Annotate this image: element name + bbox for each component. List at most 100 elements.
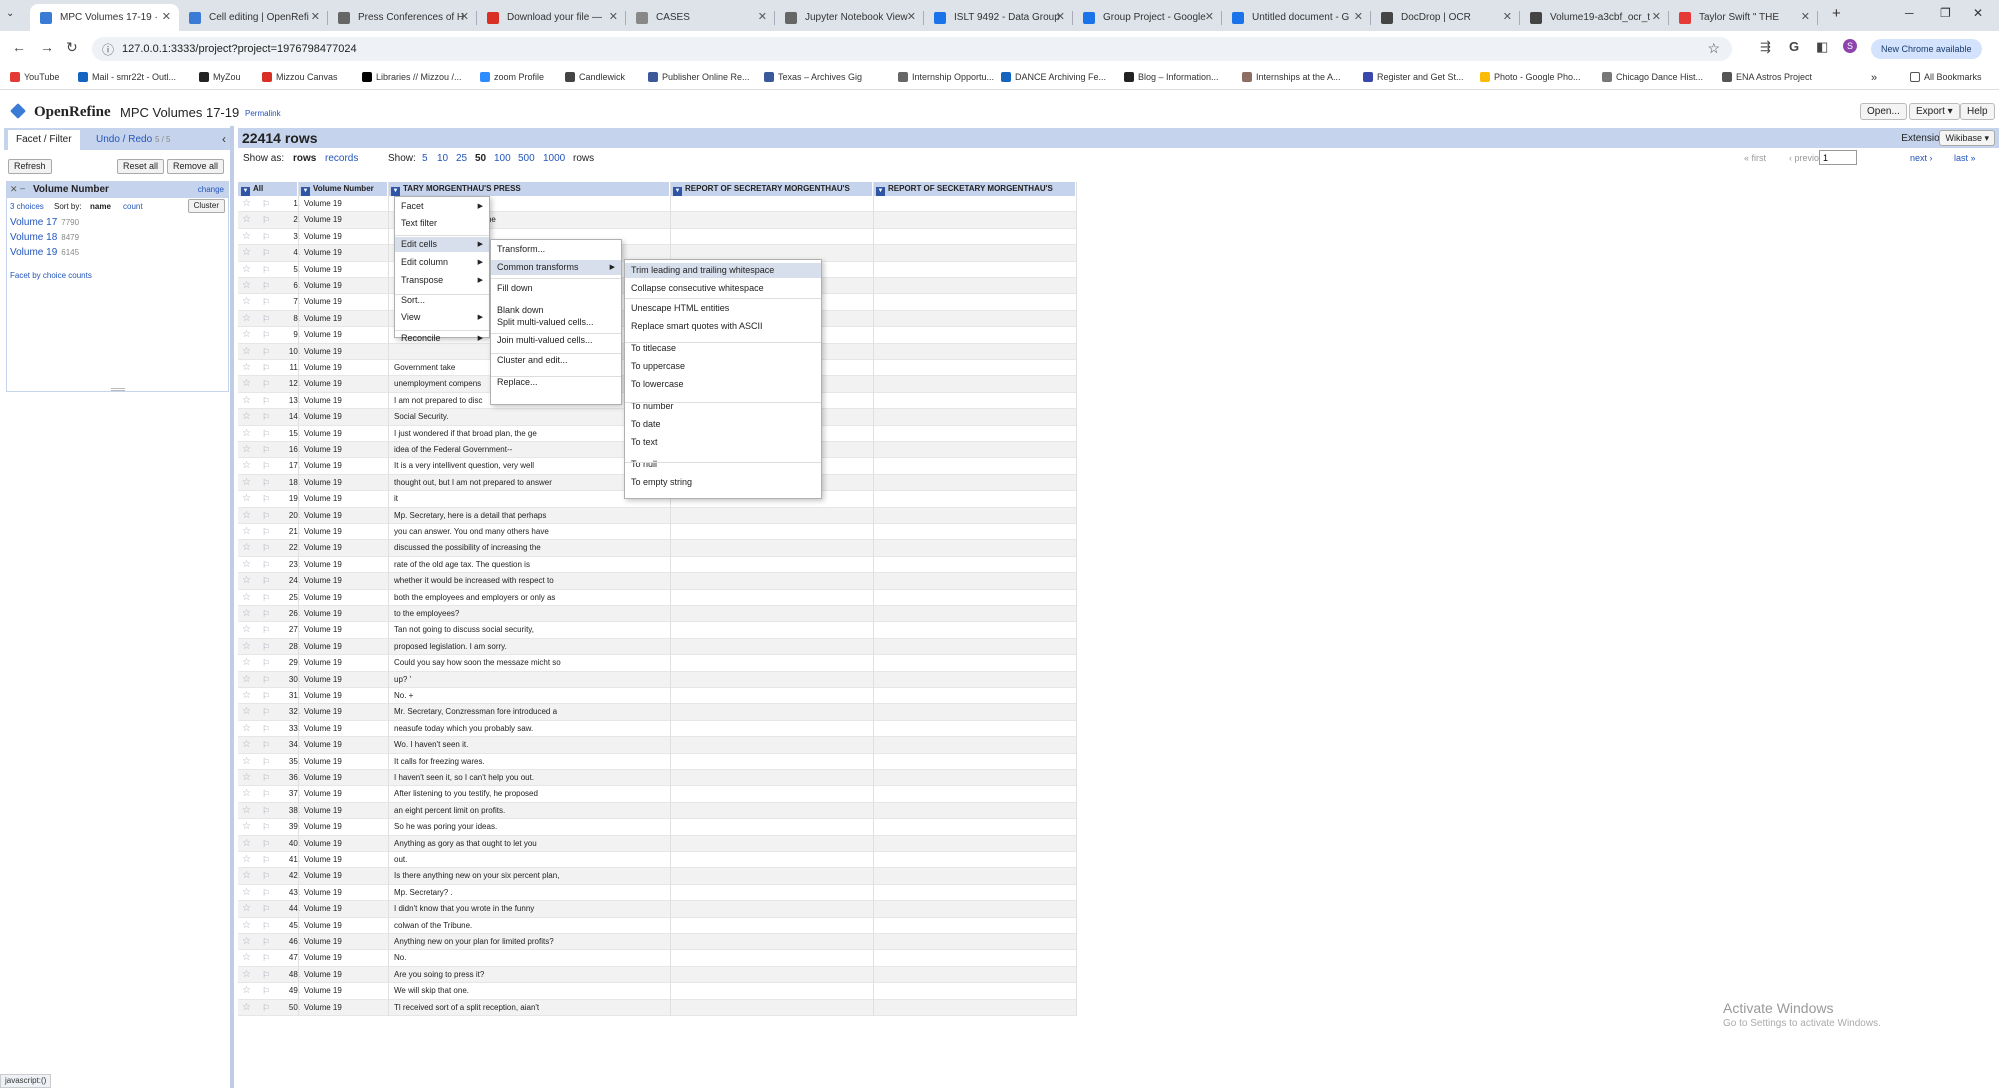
browser-tab[interactable]: ISLT 9492 - Data Group ✕ [924, 4, 1073, 31]
minimize-icon[interactable]: ─ [1905, 6, 1914, 20]
more-bookmarks-icon[interactable]: » [1871, 72, 1877, 84]
star-row-icon[interactable]: ☆ [242, 770, 251, 786]
edit-cells-menu-item[interactable]: Replace... [491, 375, 621, 390]
column-header-report-1[interactable]: ▼ REPORT OF SECRETARY MORGENTHAU'S [670, 182, 873, 196]
project-name[interactable]: MPC Volumes 17-19 [120, 105, 239, 120]
flag-row-icon[interactable]: ⚐ [262, 557, 270, 573]
tab-facet-filter[interactable]: Facet / Filter [8, 130, 80, 150]
cell-press-text[interactable]: Mp. Secretary, here is a detail that per… [394, 508, 674, 524]
cell-volume-number[interactable]: Volume 19 [304, 868, 342, 884]
column-dropdown-icon[interactable]: ▼ [876, 187, 885, 196]
page-size-5[interactable]: 5 [422, 153, 428, 164]
show-as-records[interactable]: records [325, 153, 358, 164]
flag-row-icon[interactable]: ⚐ [262, 327, 270, 343]
cell-press-text[interactable]: So he was poring your ideas. [394, 819, 674, 835]
close-window-icon[interactable]: ✕ [1973, 6, 1983, 20]
star-row-icon[interactable]: ☆ [242, 967, 251, 983]
flag-row-icon[interactable]: ⚐ [262, 983, 270, 999]
star-row-icon[interactable]: ☆ [242, 344, 251, 360]
common-transforms-menu-item[interactable]: Collapse consecutive whitespace [625, 281, 821, 296]
star-row-icon[interactable]: ☆ [242, 442, 251, 458]
common-transforms-menu-item[interactable]: To uppercase [625, 359, 821, 374]
cell-volume-number[interactable]: Volume 19 [304, 786, 342, 802]
star-row-icon[interactable]: ☆ [242, 262, 251, 278]
column-dropdown-icon[interactable]: ▼ [391, 187, 400, 196]
cell-volume-number[interactable]: Volume 19 [304, 294, 342, 310]
star-row-icon[interactable]: ☆ [242, 311, 251, 327]
flag-row-icon[interactable]: ⚐ [262, 524, 270, 540]
facet-cluster-button[interactable]: Cluster [187, 199, 225, 213]
close-tab-icon[interactable]: ✕ [758, 4, 767, 31]
flag-row-icon[interactable]: ⚐ [262, 426, 270, 442]
flag-row-icon[interactable]: ⚐ [262, 967, 270, 983]
cell-press-text[interactable]: out. [394, 852, 674, 868]
flag-row-icon[interactable]: ⚐ [262, 442, 270, 458]
close-tab-icon[interactable]: ✕ [1652, 4, 1661, 31]
bookmark-item[interactable]: Internships at the A... [1242, 72, 1341, 82]
star-row-icon[interactable]: ☆ [242, 573, 251, 589]
browser-tab[interactable]: Download your file — ✕ [477, 4, 626, 31]
star-row-icon[interactable]: ☆ [242, 918, 251, 934]
star-row-icon[interactable]: ☆ [242, 721, 251, 737]
star-row-icon[interactable]: ☆ [242, 901, 251, 917]
flag-row-icon[interactable]: ⚐ [262, 688, 270, 704]
star-row-icon[interactable]: ☆ [242, 885, 251, 901]
column-header-volume-number[interactable]: ▼ Volume Number [298, 182, 388, 196]
column-dropdown-icon[interactable]: ▼ [673, 187, 682, 196]
cell-press-text[interactable]: Tan not going to discuss social security… [394, 622, 674, 638]
flag-row-icon[interactable]: ⚐ [262, 376, 270, 392]
cell-volume-number[interactable]: Volume 19 [304, 836, 342, 852]
address-bar[interactable]: ⓘ 127.0.0.1:3333/project?project=1976798… [92, 37, 1732, 61]
flag-row-icon[interactable]: ⚐ [262, 622, 270, 638]
all-bookmarks-button[interactable]: All Bookmarks [1910, 72, 1982, 82]
star-row-icon[interactable]: ☆ [242, 327, 251, 343]
flag-row-icon[interactable]: ⚐ [262, 704, 270, 720]
star-row-icon[interactable]: ☆ [242, 294, 251, 310]
star-row-icon[interactable]: ☆ [242, 278, 251, 294]
flag-row-icon[interactable]: ⚐ [262, 786, 270, 802]
flag-row-icon[interactable]: ⚐ [262, 229, 270, 245]
flag-row-icon[interactable]: ⚐ [262, 508, 270, 524]
bookmark-item[interactable]: Blog – Information... [1124, 72, 1219, 82]
cell-press-text[interactable]: Anything as gory as that ought to let yo… [394, 836, 674, 852]
close-tab-icon[interactable]: ✕ [907, 4, 916, 31]
cell-volume-number[interactable]: Volume 19 [304, 409, 342, 425]
page-size-100[interactable]: 100 [494, 153, 511, 164]
cell-volume-number[interactable]: Volume 19 [304, 508, 342, 524]
column-header-press[interactable]: ▼ TARY MORGENTHAU'S PRESS [388, 182, 670, 196]
export-button[interactable]: Export ▾ [1909, 103, 1960, 120]
star-row-icon[interactable]: ☆ [242, 622, 251, 638]
cell-press-text[interactable]: rate of the old age tax. The question is [394, 557, 674, 573]
star-row-icon[interactable]: ☆ [242, 819, 251, 835]
cell-volume-number[interactable]: Volume 19 [304, 885, 342, 901]
flag-row-icon[interactable]: ⚐ [262, 721, 270, 737]
cell-volume-number[interactable]: Volume 19 [304, 950, 342, 966]
edit-cells-menu-item[interactable]: Split multi-valued cells... [491, 315, 621, 330]
cell-volume-number[interactable]: Volume 19 [304, 622, 342, 638]
star-row-icon[interactable]: ☆ [242, 590, 251, 606]
bookmark-item[interactable]: YouTube [10, 72, 59, 82]
cell-volume-number[interactable]: Volume 19 [304, 934, 342, 950]
browser-tab[interactable]: CASES ✕ [626, 4, 775, 31]
star-row-icon[interactable]: ☆ [242, 426, 251, 442]
cell-volume-number[interactable]: Volume 19 [304, 229, 342, 245]
cell-press-text[interactable]: Tl received sort of a split reception, a… [394, 1000, 674, 1016]
facet-choice-name[interactable]: Volume 19 [10, 247, 57, 258]
page-size-500[interactable]: 500 [518, 153, 535, 164]
page-size-25[interactable]: 25 [456, 153, 467, 164]
star-row-icon[interactable]: ☆ [242, 754, 251, 770]
column-dropdown-icon[interactable]: ▼ [301, 187, 310, 196]
star-row-icon[interactable]: ☆ [242, 639, 251, 655]
star-row-icon[interactable]: ☆ [242, 196, 251, 212]
minimize-facet-icon[interactable]: – [20, 183, 25, 193]
forward-icon[interactable]: → [40, 39, 54, 55]
star-row-icon[interactable]: ☆ [242, 606, 251, 622]
profile-avatar[interactable]: S [1843, 39, 1857, 53]
column-header-report-2[interactable]: ▼ REPORT OF SECKETARY MORGENTHAU'S [873, 182, 1076, 196]
common-transforms-menu-item[interactable]: Replace smart quotes with ASCII [625, 319, 821, 334]
cell-volume-number[interactable]: Volume 19 [304, 590, 342, 606]
bookmark-item[interactable]: zoom Profile [480, 72, 544, 82]
star-row-icon[interactable]: ☆ [242, 868, 251, 884]
cell-press-text[interactable]: you can answer. You ond many others have [394, 524, 674, 540]
bookmark-item[interactable]: Publisher Online Re... [648, 72, 750, 82]
